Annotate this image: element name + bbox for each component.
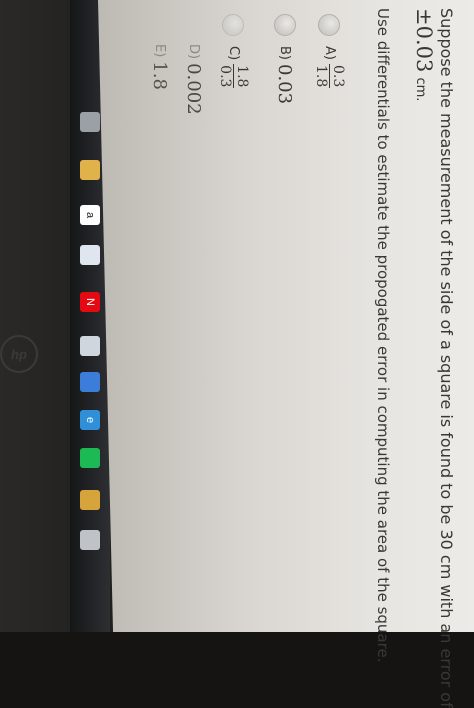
error-value: 0.03 — [412, 25, 436, 73]
option-b-label: B) — [277, 46, 293, 60]
spotify-icon[interactable] — [80, 448, 100, 468]
option-c-numerator: 1.8 — [233, 64, 250, 89]
option-a-label: A) — [322, 46, 337, 60]
amazon-icon[interactable]: a — [80, 205, 100, 225]
question-text: Suppose the measurement of the side of a… — [437, 8, 456, 708]
option-c-fraction: 1.8 0.3 — [217, 64, 250, 89]
radio-a[interactable] — [318, 14, 341, 36]
option-e-value: 1.8 — [149, 61, 170, 90]
option-c-label: C) — [226, 46, 241, 61]
option-a-denominator: 1.8 — [313, 64, 329, 88]
calculator-icon[interactable] — [80, 530, 100, 550]
dropbox-icon[interactable] — [80, 245, 100, 265]
chrome-icon[interactable] — [80, 490, 100, 510]
radio-c[interactable] — [222, 14, 245, 36]
task-view-icon[interactable] — [80, 112, 100, 132]
file-explorer-icon[interactable] — [80, 160, 100, 180]
option-d-value: 0.002 — [183, 63, 204, 115]
option-b[interactable]: B) 0.03 — [274, 14, 296, 104]
netflix-icon[interactable]: N — [80, 292, 100, 312]
hp-logo: hp — [0, 335, 38, 373]
question-error-line: ±0.03 cm. — [412, 8, 436, 101]
plus-minus-sign: ± — [412, 8, 436, 26]
option-a-fraction: 0.3 1.8 — [313, 63, 346, 89]
option-a[interactable]: A) 0.3 1.8 — [313, 14, 346, 89]
quiz-content: Suppose the measurement of the side of a… — [98, 0, 474, 708]
option-c[interactable]: C) 1.8 0.3 — [217, 14, 250, 89]
radio-b[interactable] — [274, 14, 296, 36]
option-c-denominator: 0.3 — [217, 65, 233, 88]
edge-icon[interactable]: e — [80, 410, 100, 430]
weather-icon[interactable] — [80, 336, 100, 356]
option-e-label: E) — [152, 44, 167, 58]
option-a-numerator: 0.3 — [329, 63, 346, 89]
option-e[interactable]: E) 1.8 — [149, 44, 170, 90]
option-b-value: 0.03 — [274, 64, 296, 105]
question-instruction: Use differentials to estimate the propog… — [374, 8, 392, 663]
error-unit: cm. — [413, 77, 428, 102]
option-d-label: D) — [186, 44, 201, 60]
option-d[interactable]: D) 0.002 — [183, 44, 204, 115]
store-icon[interactable] — [80, 372, 100, 392]
